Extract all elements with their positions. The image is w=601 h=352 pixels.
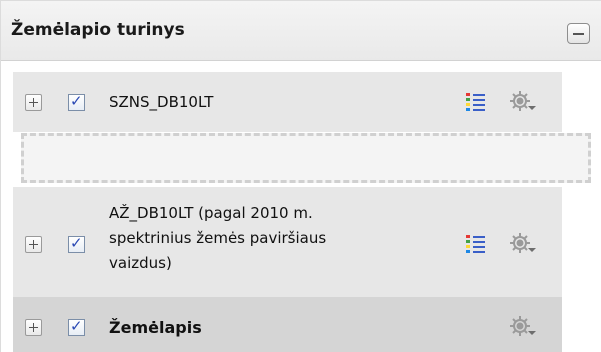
gear-icon[interactable] [507, 89, 537, 115]
gear-icon[interactable] [507, 231, 537, 257]
layer-label-line-2: spektrinius žemės paviršiaus [109, 229, 327, 247]
layer-row-az: ✓ AŽ_DB10LT (pagal 2010 m. spektrinius ž… [13, 187, 562, 297]
layer-label: SZNS_DB10LT [109, 93, 214, 111]
panel-title: Žemėlapio turinys [11, 20, 185, 40]
legend-list-icon[interactable] [465, 91, 487, 113]
layer-label: Žemėlapis [109, 318, 202, 337]
expand-layer-button[interactable] [25, 236, 42, 253]
expand-layer-button[interactable] [25, 319, 42, 336]
gear-icon[interactable] [507, 314, 537, 340]
expand-layer-button[interactable] [25, 94, 42, 111]
layer-label-line-1: AŽ_DB10LT (pagal 2010 m. [109, 204, 313, 222]
panel-header: Žemėlapio turinys [1, 1, 601, 61]
collapse-button[interactable] [567, 23, 590, 44]
drag-drop-placeholder[interactable] [21, 133, 591, 183]
legend-list-icon[interactable] [465, 233, 487, 255]
layer-label-line-3: vaizdus) [109, 254, 172, 272]
layer-visibility-checkbox[interactable]: ✓ [68, 318, 85, 336]
layer-visibility-checkbox[interactable]: ✓ [68, 93, 85, 111]
map-content-panel: Žemėlapio turinys ✓ SZNS_DB10LT ✓ AŽ_DB1… [0, 0, 601, 352]
layer-row-szns: ✓ SZNS_DB10LT [13, 72, 562, 132]
layer-visibility-checkbox[interactable]: ✓ [68, 235, 85, 253]
layer-row-zemelapis: ✓ Žemėlapis [13, 297, 562, 352]
